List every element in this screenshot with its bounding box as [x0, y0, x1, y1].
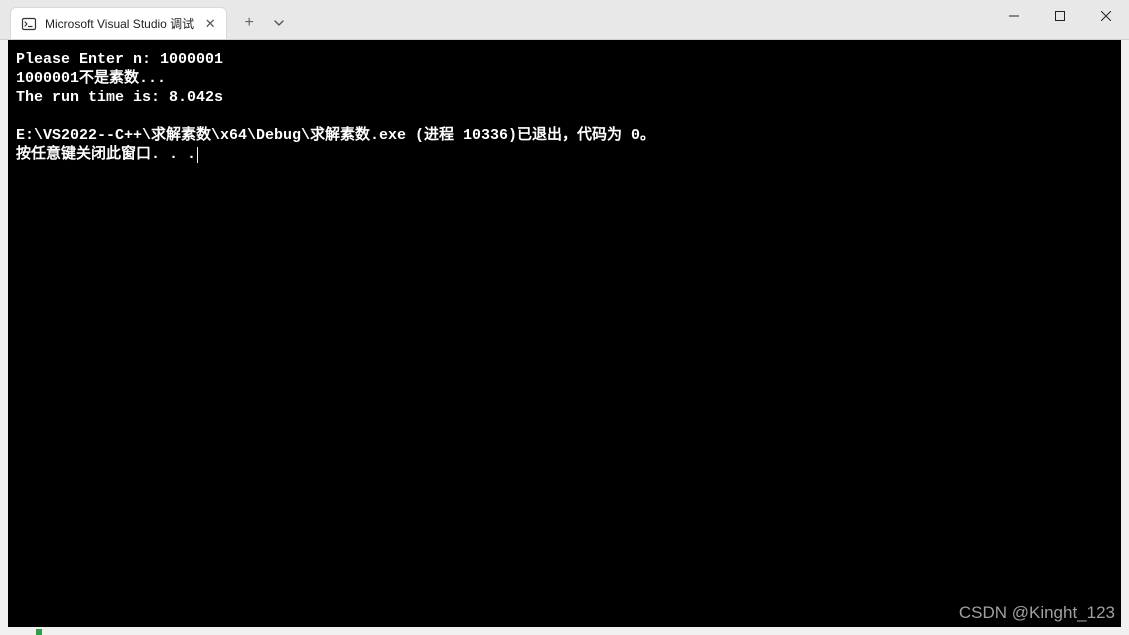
chevron-down-icon [273, 17, 285, 29]
minimize-button[interactable] [991, 0, 1037, 32]
minimize-icon [1009, 11, 1019, 21]
console-tab[interactable]: Microsoft Visual Studio 调试 ✕ [10, 7, 227, 39]
console-output[interactable]: Please Enter n: 1000001 1000001不是素数... T… [8, 40, 1121, 627]
window-titlebar: Microsoft Visual Studio 调试 ✕ + [0, 0, 1129, 40]
console-line: Please Enter n: 1000001 [16, 51, 223, 68]
close-button[interactable] [1083, 0, 1129, 32]
tabs-dropdown-button[interactable] [267, 9, 291, 37]
maximize-button[interactable] [1037, 0, 1083, 32]
tab-area: Microsoft Visual Studio 调试 ✕ + [10, 0, 291, 39]
close-icon [1101, 11, 1111, 21]
editor-gutter-marker [36, 629, 42, 635]
terminal-icon [21, 16, 37, 32]
console-line: The run time is: 8.042s [16, 89, 223, 106]
console-line: 按任意键关闭此窗口. . . [16, 146, 196, 163]
tab-title: Microsoft Visual Studio 调试 [45, 15, 194, 32]
console-line: E:\VS2022--C++\求解素数\x64\Debug\求解素数.exe (… [16, 127, 655, 144]
watermark-text: CSDN @Kinght_123 [959, 603, 1115, 623]
tab-close-button[interactable]: ✕ [202, 16, 218, 32]
text-cursor [197, 147, 198, 163]
window-controls [991, 0, 1129, 39]
console-line: 1000001不是素数... [16, 70, 166, 87]
new-tab-button[interactable]: + [235, 9, 263, 37]
maximize-icon [1055, 11, 1065, 21]
